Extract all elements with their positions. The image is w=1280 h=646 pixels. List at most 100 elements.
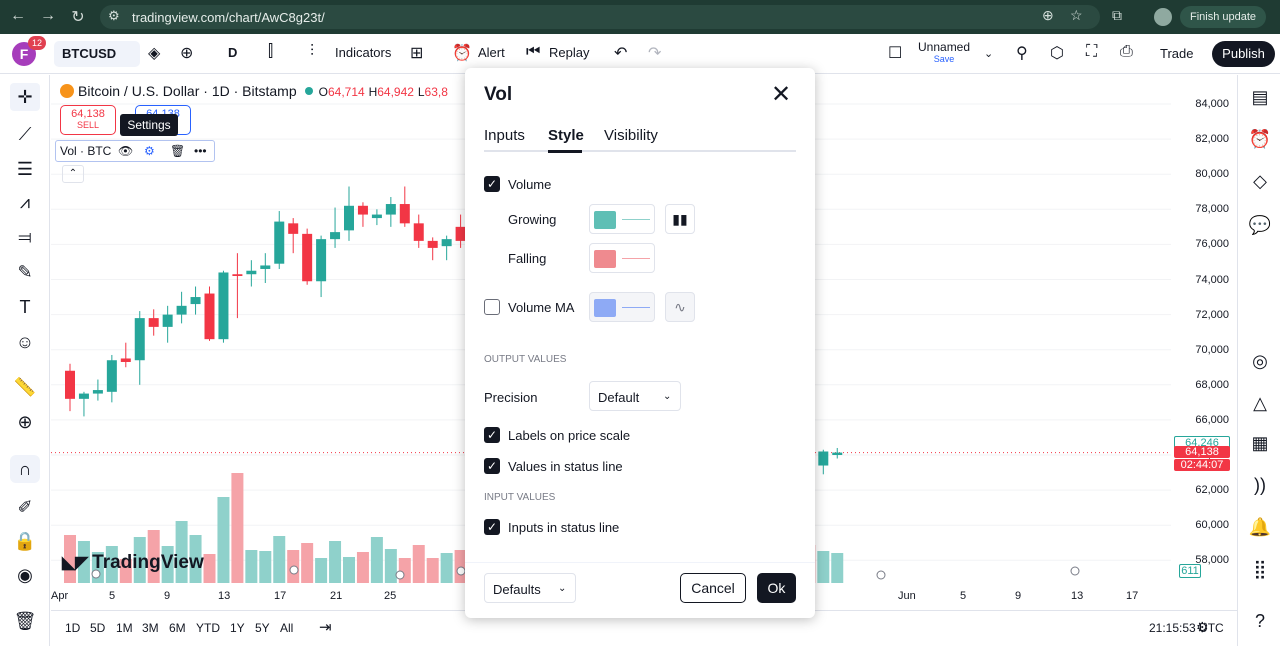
site-info-icon[interactable]: ⚙ <box>108 8 120 24</box>
profile-avatar[interactable] <box>1154 8 1172 26</box>
ruler-icon[interactable]: 📏 <box>10 373 40 401</box>
address-bar[interactable]: ⚙ tradingview.com/chart/AwC8g23t/ <box>100 5 1100 29</box>
undo-icon[interactable]: ↶ <box>614 43 627 63</box>
defaults-dropdown[interactable]: Defaults ⌄ <box>484 573 576 603</box>
fib-icon[interactable]: ☰ <box>10 155 40 183</box>
finish-update-button[interactable]: Finish update <box>1180 6 1266 28</box>
growing-color-picker[interactable] <box>589 204 655 234</box>
calendar-icon[interactable]: ▦ <box>1246 429 1274 457</box>
range-button-ytd[interactable]: YTD <box>196 621 220 635</box>
crosshair-icon[interactable]: ✛ <box>10 83 40 111</box>
range-button-1m[interactable]: 1M <box>116 621 133 635</box>
indicators-icon[interactable]: ⫶ <box>310 43 314 61</box>
cancel-button[interactable]: Cancel <box>680 573 746 603</box>
text-icon[interactable]: T <box>10 293 40 321</box>
chat-icon[interactable]: 💬 <box>1246 211 1274 239</box>
volume-ma-color-picker[interactable] <box>589 292 655 322</box>
precision-dropdown[interactable]: Default ⌄ <box>589 381 681 411</box>
falling-color-picker[interactable] <box>589 243 655 273</box>
stay-drawing-icon[interactable]: ✐ <box>10 493 40 521</box>
line-style-icon[interactable]: ∿ <box>665 292 695 322</box>
tradingview-logo[interactable]: ◣◤ TradingView <box>62 552 204 574</box>
brush-icon[interactable]: ✎ <box>10 258 40 286</box>
apps-icon[interactable]: ⣿ <box>1246 555 1274 583</box>
settings-gear-icon[interactable]: ⚙ <box>144 144 155 158</box>
collapse-legend-icon[interactable]: ⌃ <box>62 165 84 183</box>
volume-checkbox[interactable]: ✓ <box>484 176 500 192</box>
magnet-icon[interactable]: ∩ <box>10 455 40 483</box>
range-button-5y[interactable]: 5Y <box>255 621 270 635</box>
fullscreen-icon[interactable]: ⛶ <box>1086 43 1097 61</box>
chart-settings-icon[interactable]: ⚙ <box>1196 619 1209 636</box>
more-icon[interactable]: ••• <box>194 144 207 158</box>
delete-icon[interactable]: 🗑 <box>170 144 185 158</box>
histogram-style-icon[interactable]: ▮▮ <box>665 204 695 234</box>
layout-checkbox-icon[interactable]: ☐ <box>888 43 902 63</box>
sell-button[interactable]: 64,138 SELL <box>60 105 116 135</box>
prediction-icon[interactable]: ⫤ <box>10 223 40 251</box>
ideas-icon[interactable]: △ <box>1246 389 1274 417</box>
goto-date-icon[interactable]: ⇥ <box>319 618 332 636</box>
forward-icon[interactable]: → <box>38 7 58 25</box>
utc-clock[interactable]: 21:15:53 UTC <box>1149 621 1224 635</box>
candles-icon[interactable]: ⫿ <box>268 43 273 61</box>
trendline-icon[interactable]: ⟋ <box>10 120 40 148</box>
pattern-icon[interactable]: ⩘ <box>10 188 40 216</box>
labels-on-price-scale-checkbox[interactable]: ✓ <box>484 427 500 443</box>
values-in-status-line-checkbox[interactable]: ✓ <box>484 458 500 474</box>
tab-visibility[interactable]: Visibility <box>604 127 658 144</box>
notifications-icon[interactable]: 🔔 <box>1246 513 1274 541</box>
range-button-1y[interactable]: 1Y <box>230 621 245 635</box>
settings-icon[interactable]: ⬡ <box>1050 43 1064 63</box>
layers-icon[interactable]: ◇ <box>1246 167 1274 195</box>
symbol-search-button[interactable]: BTCUSD <box>54 41 140 67</box>
range-button-5d[interactable]: 5D <box>90 621 105 635</box>
replay-button[interactable]: Replay <box>549 45 589 60</box>
alerts-icon[interactable]: ⏰ <box>1246 125 1274 153</box>
tab-style[interactable]: Style <box>548 127 584 144</box>
layouts-icon[interactable]: ⊞ <box>410 43 423 63</box>
symbol-legend[interactable]: Bitcoin / U.S. Dollar · 1D · Bitstamp O64… <box>60 83 448 99</box>
range-button-1d[interactable]: 1D <box>65 621 80 635</box>
indicators-button[interactable]: Indicators <box>335 45 391 60</box>
target-icon[interactable]: ◎ <box>1246 347 1274 375</box>
back-icon[interactable]: ← <box>8 7 28 25</box>
extensions-icon[interactable]: ⧉ <box>1112 7 1122 24</box>
alert-icon[interactable]: ⏰ <box>452 43 472 63</box>
zoom-in-icon[interactable]: ⊕ <box>10 408 40 436</box>
compare-symbol-icon[interactable]: ◈ <box>148 43 160 63</box>
replay-icon[interactable]: ⏮ <box>526 43 540 61</box>
inputs-in-status-line-checkbox[interactable]: ✓ <box>484 519 500 535</box>
hide-icon[interactable]: ◉ <box>10 561 40 589</box>
help-icon[interactable]: ? <box>1246 607 1274 635</box>
interval-button[interactable]: D <box>228 45 237 60</box>
screenshot-icon[interactable]: ⎙ <box>1120 43 1133 61</box>
chevron-down-icon[interactable]: ⌄ <box>984 47 993 60</box>
publish-button[interactable]: Publish <box>1212 41 1275 67</box>
star-icon[interactable]: ☆ <box>1070 7 1083 24</box>
redo-icon[interactable]: ↷ <box>648 43 661 63</box>
ok-button[interactable]: Ok <box>757 573 796 603</box>
price-axis[interactable]: 84,000 82,000 80,000 78,000 76,000 74,000 72,0… <box>1171 75 1237 610</box>
emoji-icon[interactable]: ☺ <box>10 328 40 356</box>
tab-inputs[interactable]: Inputs <box>484 127 525 144</box>
lock-icon[interactable]: 🔒 <box>10 527 40 555</box>
zoom-icon[interactable]: ⊕ <box>1042 7 1054 24</box>
candle-body <box>274 221 285 264</box>
volume-ma-checkbox[interactable] <box>484 299 500 315</box>
add-symbol-icon[interactable]: ⊕ <box>180 43 193 63</box>
stream-icon[interactable]: )) <box>1246 471 1274 499</box>
alert-button[interactable]: Alert <box>478 45 505 60</box>
range-button-3m[interactable]: 3M <box>142 621 159 635</box>
layout-save-button[interactable]: Unnamed Save <box>918 40 970 64</box>
trash-icon[interactable]: 🗑 <box>10 607 40 635</box>
watchlist-icon[interactable]: ▤ <box>1246 83 1274 111</box>
reload-icon[interactable]: ↻ <box>68 7 88 27</box>
volume-legend[interactable]: Vol · BTC 👁 ⚙ 🗑 ••• <box>55 140 215 162</box>
range-button-all[interactable]: All <box>280 621 293 635</box>
eye-icon[interactable]: 👁 <box>118 144 133 158</box>
range-button-6m[interactable]: 6M <box>169 621 186 635</box>
close-icon[interactable]: ✕ <box>771 80 791 109</box>
quick-search-icon[interactable]: ⚲ <box>1016 43 1028 63</box>
trade-button[interactable]: Trade <box>1160 46 1193 61</box>
